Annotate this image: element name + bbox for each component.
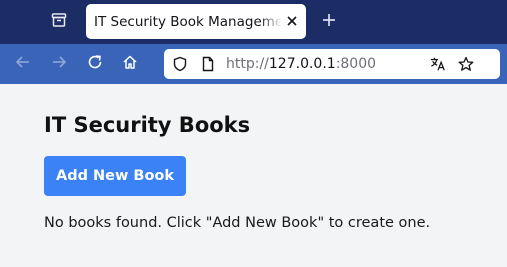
- forward-arrow-icon: [51, 54, 67, 74]
- tab-title: IT Security Book Management: [94, 13, 282, 30]
- back-arrow-icon: [15, 54, 31, 74]
- empty-state-message: No books found. Click "Add New Book" to …: [44, 215, 431, 231]
- tab-overview-icon: [51, 12, 67, 32]
- star-icon[interactable]: [458, 56, 474, 72]
- tab-active[interactable]: IT Security Book Management: [86, 4, 306, 39]
- tab-close-button[interactable]: [284, 13, 300, 29]
- new-tab-button[interactable]: [316, 8, 342, 34]
- url-host: 127.0.0.1: [268, 56, 336, 72]
- add-new-book-button[interactable]: Add New Book: [44, 156, 186, 196]
- page-icon[interactable]: [200, 56, 216, 72]
- forward-button[interactable]: [45, 50, 73, 78]
- url-port: :8000: [335, 56, 377, 72]
- tab-strip: IT Security Book Management: [0, 0, 507, 44]
- translate-icon[interactable]: [430, 56, 446, 72]
- plus-icon: [322, 12, 336, 31]
- home-button[interactable]: [116, 50, 144, 78]
- page-content: IT Security Books Add New Book No books …: [0, 84, 507, 267]
- shield-icon[interactable]: [172, 56, 188, 72]
- url-bar[interactable]: http://127.0.0.1:8000: [164, 49, 500, 79]
- home-icon: [122, 54, 138, 74]
- reload-button[interactable]: [81, 50, 109, 78]
- page-title: IT Security Books: [44, 113, 251, 137]
- url-scheme: http://: [226, 56, 269, 72]
- back-button[interactable]: [9, 50, 37, 78]
- tab-overview-button[interactable]: [42, 6, 76, 38]
- browser-window: IT Security Book Management http://127.0…: [0, 0, 507, 267]
- navigation-toolbar: http://127.0.0.1:8000: [0, 44, 507, 84]
- url-text[interactable]: http://127.0.0.1:8000: [226, 55, 376, 73]
- close-icon: [286, 12, 298, 31]
- reload-icon: [87, 54, 103, 74]
